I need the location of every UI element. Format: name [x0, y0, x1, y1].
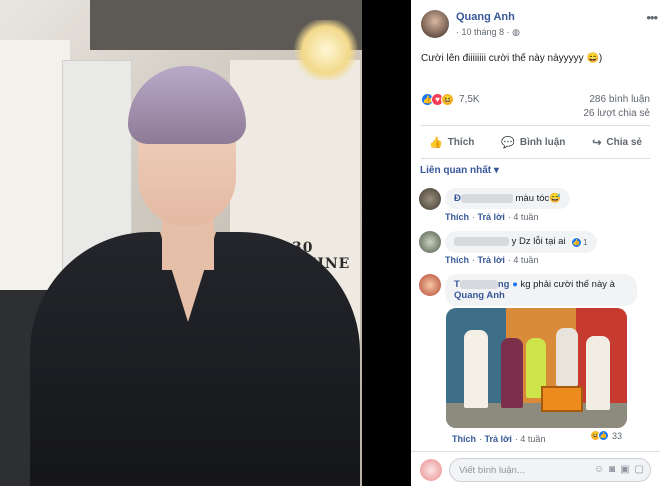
globe-icon: ◍	[512, 27, 520, 37]
shares-count[interactable]: 26 lượt chia sẻ	[583, 108, 650, 119]
comment-like-link[interactable]: Thích	[445, 255, 469, 265]
composer-icons: ☺ ◙ ▣ ▢	[594, 464, 644, 475]
haha-reaction-icon: 😆	[441, 92, 454, 106]
post-actions: 👍 Thích 💬 Bình luận ↪ Chia sẻ	[421, 131, 650, 153]
comment-text: kg phải cười thế này à	[520, 279, 615, 290]
comment-text: y Dz lỗi tại ai	[511, 236, 566, 247]
comment-reaction-count: 1	[583, 238, 588, 247]
comment-bubble: y Dz lỗi tại ai 👍 1	[445, 231, 597, 253]
commenter-avatar[interactable]	[419, 274, 441, 296]
person	[464, 330, 488, 408]
person	[556, 328, 578, 386]
comment-filter-dropdown[interactable]: Liên quan nhất ▾	[420, 165, 499, 176]
photo-box	[541, 386, 583, 412]
like-reaction-icon: 👍	[571, 237, 583, 248]
comment-icon: 💬	[501, 136, 515, 149]
comment-time[interactable]: 4 tuần	[513, 255, 538, 265]
divider	[421, 125, 650, 126]
author-name[interactable]: Quang Anh	[456, 11, 515, 23]
mention-link[interactable]: Quang Anh	[454, 290, 505, 301]
comment-text: màu tóc😅	[515, 193, 562, 204]
author-avatar[interactable]	[421, 10, 449, 38]
camera-icon[interactable]: ◙	[609, 464, 615, 475]
comment-1-actions: Thích · Trả lời · 4 tuần	[445, 212, 539, 222]
share-button[interactable]: ↪ Chia sẻ	[584, 131, 650, 153]
comment-bubble: Tng ● kg phải cười thế này à Quang Anh	[445, 274, 637, 306]
comment-input-placeholder: Viết bình luận...	[459, 465, 525, 476]
comment-photo[interactable]	[446, 308, 627, 428]
post-photo[interactable]: 30 SHINE	[0, 0, 362, 486]
person	[586, 336, 610, 410]
comment-reaction-count: 33	[612, 430, 623, 441]
share-icon: ↪	[592, 136, 602, 149]
like-reaction-icon: 👍	[598, 430, 609, 441]
comment-time[interactable]: 4 tuần	[520, 434, 545, 444]
post-separator: ·	[456, 27, 459, 37]
like-button[interactable]: 👍 Thích	[421, 131, 482, 153]
comment-3-reactions[interactable]: 😆 👍 33	[590, 430, 622, 441]
comment-input[interactable]: Viết bình luận... ☺ ◙ ▣ ▢	[449, 458, 651, 482]
separator-2: ·	[506, 27, 510, 37]
comment-reply-link[interactable]: Trả lời	[485, 434, 512, 444]
reaction-count: 7,5K	[459, 93, 480, 105]
comment-composer: Viết bình luận... ☺ ◙ ▣ ▢	[411, 451, 660, 486]
verified-badge-icon: ●	[512, 279, 518, 290]
commenter-name-suffix: ng	[497, 279, 510, 290]
post-date[interactable]: 10 tháng 8	[462, 27, 505, 37]
post-meta: · 10 tháng 8 · ◍	[456, 27, 520, 38]
comment-reactions[interactable]: 👍 1	[571, 237, 588, 248]
comment-2-actions: Thích · Trả lời · 4 tuần	[445, 255, 539, 265]
person	[501, 338, 523, 408]
name-redaction	[459, 279, 498, 289]
reactions-summary[interactable]: 👍 ♥ 😆 7,5K	[421, 91, 480, 107]
screen: 30 SHINE Quang Anh · 10 tháng 8 · ◍ ••• …	[0, 0, 660, 486]
thumbs-up-icon: 👍	[429, 136, 443, 149]
comment-bubble: Đ màu tóc😅	[445, 188, 571, 209]
more-options-icon[interactable]: •••	[646, 10, 658, 25]
comment-reply-link[interactable]: Trả lời	[478, 255, 505, 265]
comment-label: Bình luận	[519, 136, 566, 148]
comment-button[interactable]: 💬 Bình luận	[493, 131, 573, 153]
divider	[421, 158, 650, 159]
post-caption: Cười lên điiiiiiii cười thế này nàyyyyy …	[421, 53, 603, 64]
name-redaction	[460, 193, 513, 203]
commenter-name[interactable]: T	[454, 279, 460, 290]
photo-light	[290, 20, 362, 80]
gif-icon[interactable]: ▣	[620, 464, 629, 475]
share-label: Chia sẻ	[606, 136, 642, 148]
like-label: Thích	[447, 136, 475, 148]
emoji-icon[interactable]: ☺	[594, 464, 604, 475]
comment-reply-link[interactable]: Trả lời	[478, 212, 505, 222]
name-redaction	[454, 236, 509, 246]
post-header: Quang Anh · 10 tháng 8 · ◍ •••	[421, 8, 658, 44]
comment-time[interactable]: 4 tuần	[513, 212, 538, 222]
commenter-avatar[interactable]	[419, 231, 441, 253]
comment-like-link[interactable]: Thích	[445, 212, 469, 222]
comments-count[interactable]: 286 bình luận	[589, 94, 650, 105]
commenter-avatar[interactable]	[419, 188, 441, 210]
person-hair	[128, 66, 246, 144]
comment-like-link[interactable]: Thích	[452, 434, 476, 444]
current-user-avatar	[420, 459, 442, 481]
comment-3-actions: Thích · Trả lời · 4 tuần	[452, 434, 546, 444]
sticker-icon[interactable]: ▢	[635, 464, 644, 475]
commenter-name[interactable]: Đ	[454, 193, 461, 204]
